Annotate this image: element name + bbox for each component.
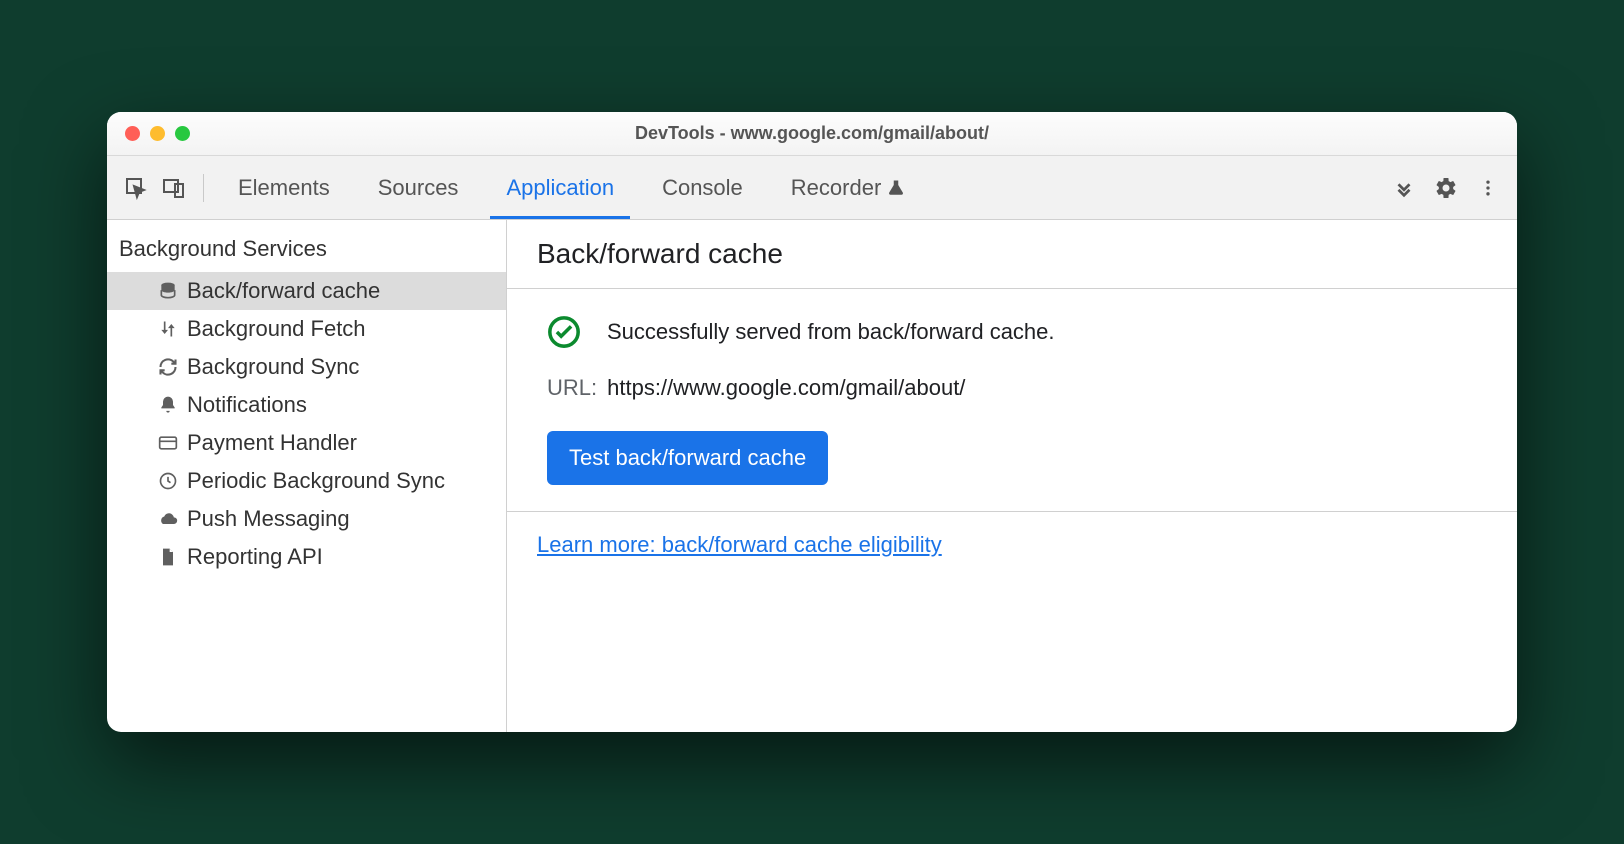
window-title: DevTools - www.google.com/gmail/about/	[107, 123, 1517, 144]
sidebar-item-notifications[interactable]: Notifications	[107, 386, 506, 424]
tab-sources[interactable]: Sources	[354, 156, 483, 219]
cloud-icon	[157, 508, 179, 530]
tab-console[interactable]: Console	[638, 156, 767, 219]
tab-label: Elements	[238, 175, 330, 201]
sidebar-item-periodic[interactable]: Periodic Background Sync	[107, 462, 506, 500]
inspect-element-icon[interactable]	[117, 169, 155, 207]
sidebar-item-bfcache[interactable]: Back/forward cache	[107, 272, 506, 310]
kebab-menu-icon[interactable]	[1469, 169, 1507, 207]
panel-footer: Learn more: back/forward cache eligibili…	[507, 512, 1517, 578]
toolbar: Elements Sources Application Console Rec…	[107, 156, 1517, 220]
tab-label: Console	[662, 175, 743, 201]
sidebar-item-label: Notifications	[187, 392, 307, 418]
sidebar-item-label: Push Messaging	[187, 506, 350, 532]
sidebar-item-reporting[interactable]: Reporting API	[107, 538, 506, 576]
status-text: Successfully served from back/forward ca…	[607, 319, 1055, 345]
tab-label: Application	[506, 175, 614, 201]
clock-icon	[157, 470, 179, 492]
sidebar-item-label: Periodic Background Sync	[187, 468, 445, 494]
sidebar-item-label: Background Fetch	[187, 316, 366, 342]
tab-label: Recorder	[791, 175, 881, 201]
sidebar-item-label: Background Sync	[187, 354, 359, 380]
content: Background Services Back/forward cache B…	[107, 220, 1517, 732]
panel-body: Successfully served from back/forward ca…	[507, 289, 1517, 512]
tab-application[interactable]: Application	[482, 156, 638, 219]
bell-icon	[157, 394, 179, 416]
sidebar: Background Services Back/forward cache B…	[107, 220, 507, 732]
devtools-window: DevTools - www.google.com/gmail/about/ E…	[107, 112, 1517, 732]
tab-label: Sources	[378, 175, 459, 201]
transfer-icon	[157, 318, 179, 340]
device-toolbar-icon[interactable]	[155, 169, 193, 207]
more-tabs-icon[interactable]	[1385, 169, 1423, 207]
sidebar-item-bgsync[interactable]: Background Sync	[107, 348, 506, 386]
main-panel: Back/forward cache Successfully served f…	[507, 220, 1517, 732]
sidebar-item-label: Back/forward cache	[187, 278, 380, 304]
database-icon	[157, 280, 179, 302]
learn-more-link[interactable]: Learn more: back/forward cache eligibili…	[537, 532, 942, 557]
sidebar-item-payment[interactable]: Payment Handler	[107, 424, 506, 462]
tab-strip: Elements Sources Application Console Rec…	[214, 156, 1385, 219]
status-row: Successfully served from back/forward ca…	[547, 315, 1477, 349]
panel-title: Back/forward cache	[507, 220, 1517, 289]
tab-recorder[interactable]: Recorder	[767, 156, 929, 219]
test-bfcache-button[interactable]: Test back/forward cache	[547, 431, 828, 485]
url-row: URL: https://www.google.com/gmail/about/	[547, 375, 1477, 401]
sidebar-section-header: Background Services	[107, 220, 506, 272]
sidebar-item-bgfetch[interactable]: Background Fetch	[107, 310, 506, 348]
document-icon	[157, 546, 179, 568]
flask-icon	[887, 179, 905, 197]
titlebar: DevTools - www.google.com/gmail/about/	[107, 112, 1517, 156]
sync-icon	[157, 356, 179, 378]
separator	[203, 174, 204, 202]
sidebar-item-label: Reporting API	[187, 544, 323, 570]
success-check-icon	[547, 315, 581, 349]
sidebar-item-label: Payment Handler	[187, 430, 357, 456]
url-value: https://www.google.com/gmail/about/	[607, 375, 965, 401]
tab-elements[interactable]: Elements	[214, 156, 354, 219]
sidebar-item-push[interactable]: Push Messaging	[107, 500, 506, 538]
settings-icon[interactable]	[1427, 169, 1465, 207]
toolbar-right	[1385, 169, 1507, 207]
url-label: URL:	[547, 375, 597, 401]
credit-card-icon	[157, 432, 179, 454]
